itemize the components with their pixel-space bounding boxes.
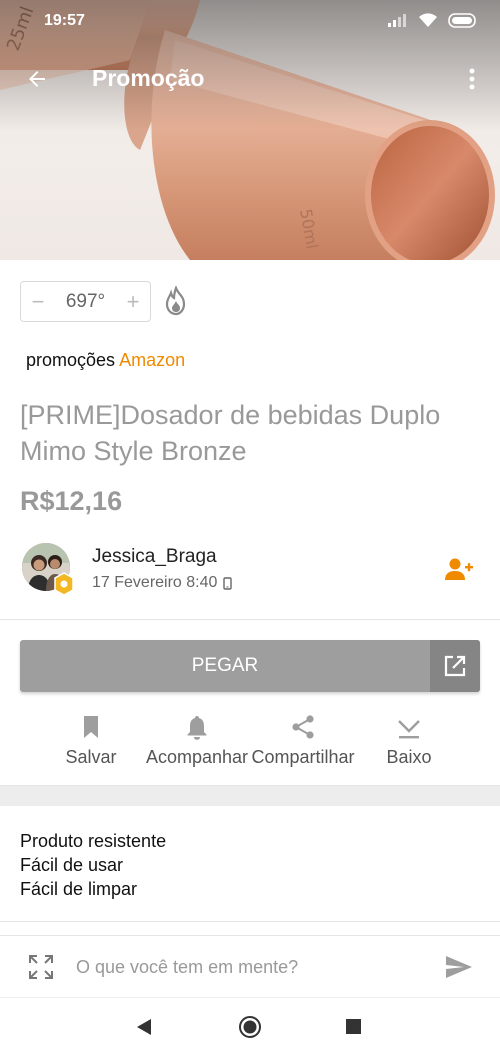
vote-count: 697° [65,290,106,312]
bookmark-icon [84,716,98,738]
deal-price: R$12,16 [20,486,123,516]
comment-input[interactable] [76,952,426,982]
signal-icon [388,14,406,27]
get-deal-label: PEGAR [191,655,259,676]
description-line: Produto resistente [20,831,167,851]
nav-back-icon[interactable] [135,1018,153,1036]
deal-title: [PRIME]Dosador de bebidas Duplo Mimo Sty… [20,400,441,466]
arrow-back-icon [29,71,45,87]
divider [0,921,500,922]
divider [0,619,500,620]
vote-plus-button[interactable]: + [116,282,150,321]
open-external-icon [444,655,466,677]
get-deal-button[interactable]: PEGAR [20,640,480,692]
description-line: Fácil de limpar [20,879,138,899]
share-button[interactable]: Compartilhar [248,712,358,774]
back-button[interactable] [20,62,54,96]
vote-box: − 697° + [20,281,151,322]
vote-down-button[interactable]: Baixo [354,712,464,774]
follow-deal-button[interactable]: Acompanhar [142,712,252,774]
vote-minus-button[interactable]: − [21,282,55,321]
vote-down-label: Baixo [386,747,432,767]
store-link[interactable]: Amazon [119,350,185,370]
badge-icon [54,572,74,596]
section-separator [0,786,500,806]
nav-recent-icon[interactable] [346,1019,361,1034]
share-icon [292,715,314,739]
comment-bar [0,935,500,997]
flame-icon [165,286,186,316]
expand-icon[interactable] [28,954,54,980]
wifi-icon [419,13,437,27]
send-icon[interactable] [444,954,474,980]
save-button[interactable]: Salvar [36,712,146,774]
vote-down-icon [398,720,420,739]
status-icons [388,12,478,28]
store-line: promoções Amazon [26,350,185,371]
system-nav-bar [0,997,500,1056]
post-date: 17 Fevereiro 8:40 [92,574,233,592]
action-row: Salvar Acompanhar Compartilhar Baixo [0,712,500,774]
deal-description: Produto resistente Fácil de usar Fácil d… [20,829,166,901]
status-bar: 19:57 [0,0,500,44]
battery-icon [448,12,476,28]
phone-icon [223,576,233,590]
store-prefix: promoções [26,350,120,370]
open-external-button[interactable] [430,640,480,692]
bell-icon [187,716,207,740]
app-bar: Promoção [0,52,500,104]
status-time: 19:57 [44,12,85,29]
more-options-button[interactable] [462,62,482,96]
follow-user-icon[interactable] [444,556,474,584]
more-vert-icon [469,68,475,90]
post-date-text: 17 Fevereiro 8:40 [92,574,218,591]
description-line: Fácil de usar [20,855,124,875]
nav-home-icon[interactable] [238,1015,262,1039]
page-title: Promoção [92,65,205,91]
user-name[interactable]: Jessica_Braga [92,546,217,568]
